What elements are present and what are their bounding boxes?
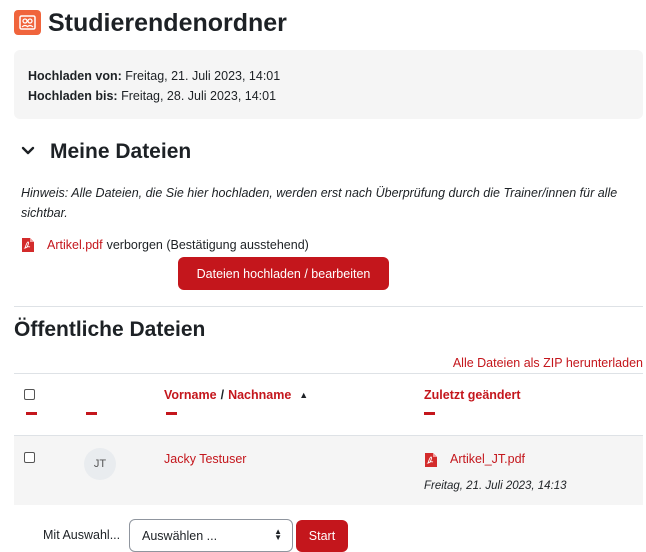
bulk-action-selected-value: Auswählen ...: [142, 528, 218, 543]
my-file-entry: Artikel.pdf verborgen (Bestätigung ausst…: [21, 237, 309, 253]
download-all-zip-link[interactable]: Alle Dateien als ZIP herunterladen: [453, 355, 643, 371]
bulk-action-label: Mit Auswahl...: [43, 528, 121, 542]
submission-dates-box: Hochladen von: Freitag, 21. Juli 2023, 1…: [14, 50, 643, 119]
select-caret-icon: ▲ ▼: [274, 527, 282, 542]
modified-date: Freitag, 21. Juli 2023, 14:13: [424, 480, 567, 492]
bulk-action-select[interactable]: Auswählen ... ▲ ▼: [129, 519, 293, 552]
sort-lastname-link[interactable]: Nachname: [228, 387, 291, 403]
my-file-status: verborgen (Bestätigung ausstehend): [106, 238, 309, 252]
sort-modified-link[interactable]: Zuletzt geändert: [424, 387, 521, 403]
section-divider: [14, 306, 643, 307]
column-sort-indicator: [26, 412, 37, 415]
column-sort-indicator: [424, 412, 435, 415]
select-all-checkbox[interactable]: [24, 389, 35, 400]
upload-hint: Hinweis: Alle Dateien, die Sie hier hoch…: [21, 186, 618, 220]
avatar[interactable]: JT: [84, 448, 116, 480]
upload-to-value: Freitag, 28. Juli 2023, 14:01: [121, 89, 277, 103]
my-files-heading[interactable]: Meine Dateien: [50, 139, 191, 165]
upload-from-line: Hochladen von: Freitag, 21. Juli 2023, 1…: [28, 68, 280, 84]
upload-edit-files-button[interactable]: Dateien hochladen / bearbeiten: [178, 257, 389, 290]
user-name-link[interactable]: Jacky Testuser: [164, 451, 246, 467]
table-top-border: [14, 373, 643, 374]
upload-from-value: Freitag, 21. Juli 2023, 14:01: [125, 69, 281, 83]
my-file-link[interactable]: Artikel.pdf: [47, 237, 103, 253]
sort-ascending-icon: ▲: [299, 390, 309, 400]
row-select-checkbox[interactable]: [24, 452, 35, 463]
column-separator: /: [220, 388, 225, 402]
public-files-heading: Öffentliche Dateien: [14, 318, 206, 341]
start-button[interactable]: Start: [296, 520, 348, 552]
folder-users-icon: [14, 10, 41, 35]
public-file-link[interactable]: Artikel_JT.pdf: [450, 451, 525, 467]
page-title: Studierendenordner: [48, 9, 287, 37]
pdf-file-icon: [424, 452, 438, 468]
sort-firstname-link[interactable]: Vorname: [164, 387, 217, 403]
upload-from-label: Hochladen von:: [28, 69, 122, 83]
chevron-down-icon[interactable]: [20, 143, 36, 159]
pdf-file-icon: [21, 237, 35, 253]
column-sort-indicator: [86, 412, 97, 415]
upload-to-line: Hochladen bis: Freitag, 28. Juli 2023, 1…: [28, 88, 276, 104]
name-column-header: Vorname / Nachname ▲: [164, 387, 308, 403]
column-sort-indicator: [166, 412, 177, 415]
upload-to-label: Hochladen bis:: [28, 89, 118, 103]
